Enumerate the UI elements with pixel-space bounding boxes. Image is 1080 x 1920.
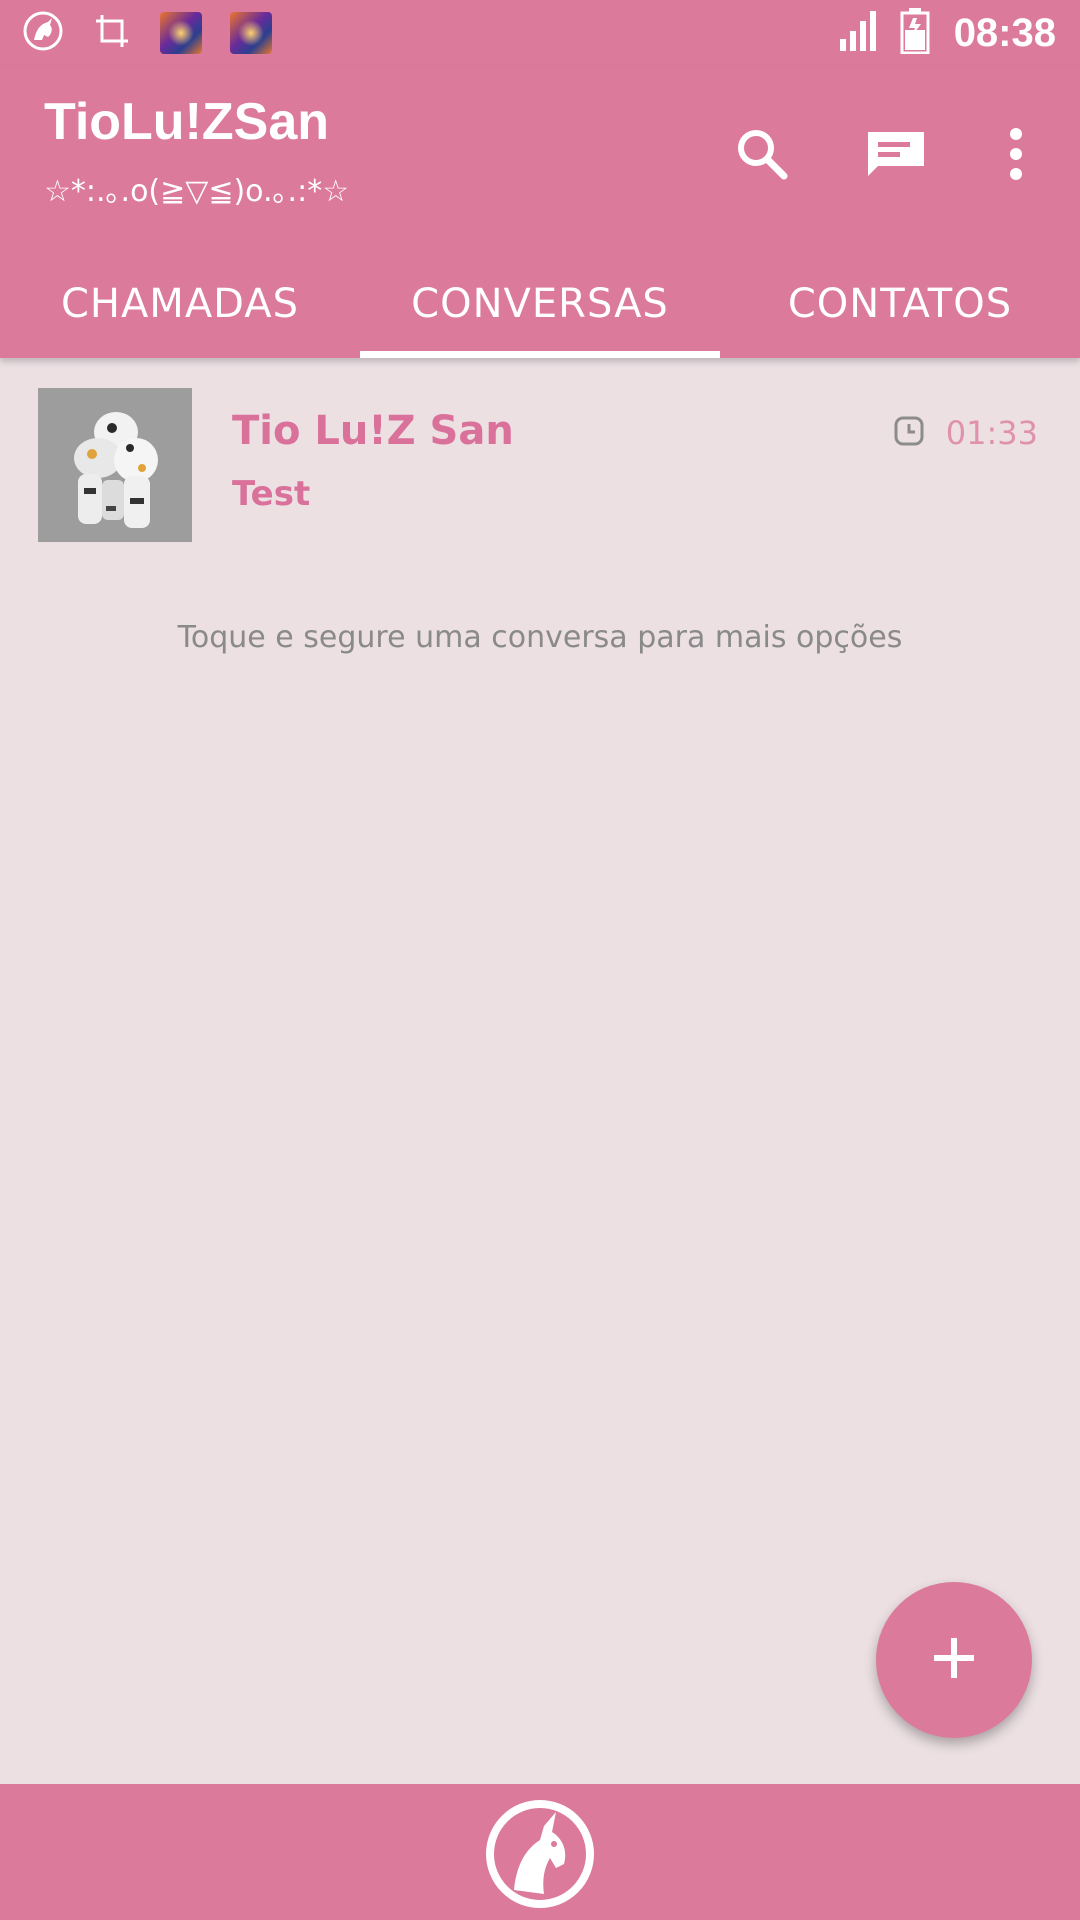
tab-contatos[interactable]: CONTATOS — [720, 250, 1080, 358]
unicorn-logo-icon[interactable] — [484, 1798, 596, 1910]
app-bar: TioLu!ZSan ☆*:.｡.o(≧▽≦)o.｡.:*☆ CHAMADAS … — [0, 66, 1080, 358]
unicorn-icon — [22, 10, 64, 56]
app-subtitle: ☆*:.｡.o(≧▽≦)o.｡.:*☆ — [44, 174, 350, 209]
more-vert-icon — [1006, 126, 1026, 186]
tab-chamadas[interactable]: CHAMADAS — [0, 250, 360, 358]
app-thumbnail — [230, 12, 272, 54]
battery-icon — [900, 8, 930, 58]
more-options-button[interactable] — [976, 116, 1056, 196]
new-conversation-button[interactable] — [876, 1582, 1032, 1738]
bottom-bar — [0, 1784, 1080, 1920]
conversation-name: Tio Lu!Z San — [232, 408, 514, 454]
tab-bar: CHAMADAS CONVERSAS CONTATOS — [0, 250, 1080, 358]
app-thumbnail — [160, 12, 202, 54]
clock-icon — [894, 416, 924, 450]
status-time: 08:38 — [953, 10, 1056, 55]
conversation-timestamp: 01:33 — [894, 414, 1038, 452]
search-button[interactable] — [722, 116, 802, 196]
plus-icon — [930, 1634, 978, 1686]
status-bar: 08:38 — [0, 0, 1080, 66]
conversation-time: 01:33 — [945, 414, 1038, 452]
search-icon — [734, 126, 790, 186]
screen: 08:38 TioLu!ZSan ☆*:.｡.o(≧▽≦)o.｡.:*☆ CHA… — [0, 0, 1080, 1920]
status-bar-system: 08:38 — [839, 6, 1056, 60]
new-message-icon — [864, 126, 928, 186]
conversation-item[interactable]: Tio Lu!Z San Test 01:33 — [0, 374, 1080, 554]
app-title: TioLu!ZSan — [44, 93, 330, 151]
avatar[interactable] — [38, 388, 192, 542]
status-bar-notifications — [22, 10, 272, 56]
tab-conversas[interactable]: CONVERSAS — [360, 250, 720, 358]
signal-icon — [839, 11, 876, 55]
hint-text: Toque e segure uma conversa para mais op… — [177, 620, 903, 655]
new-message-button[interactable] — [856, 116, 936, 196]
crop-icon — [92, 11, 132, 55]
conversation-last-message: Test — [232, 474, 311, 514]
